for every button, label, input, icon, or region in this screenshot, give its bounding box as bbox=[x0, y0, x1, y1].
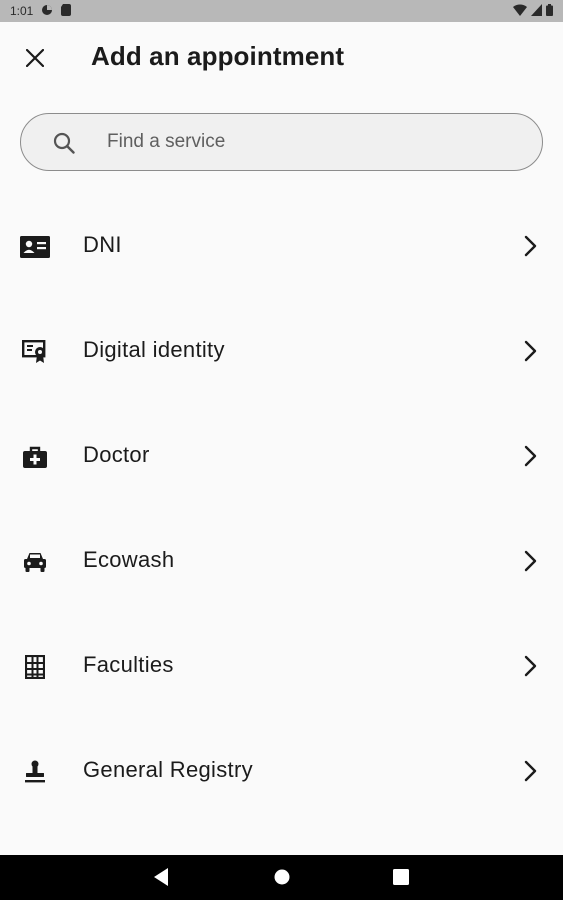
service-item-ecowash[interactable]: Ecowash bbox=[0, 509, 563, 614]
service-label: General Registry bbox=[83, 757, 253, 782]
service-item-general-registry[interactable]: General Registry bbox=[0, 719, 563, 824]
back-icon[interactable] bbox=[152, 867, 170, 887]
building-icon bbox=[20, 653, 50, 681]
digital-certificate-icon bbox=[20, 338, 50, 366]
service-label: Faculties bbox=[83, 652, 174, 677]
search-bar[interactable] bbox=[20, 113, 543, 171]
search-icon bbox=[53, 132, 75, 154]
service-label: Ecowash bbox=[83, 547, 175, 572]
chevron-right-icon bbox=[524, 445, 537, 467]
status-time: 1:01 bbox=[10, 4, 34, 18]
service-label: Doctor bbox=[83, 442, 150, 467]
sim-card-icon bbox=[61, 3, 72, 19]
signal-icon bbox=[531, 3, 542, 19]
recents-icon[interactable] bbox=[393, 869, 409, 885]
battery-icon bbox=[546, 3, 553, 19]
close-button[interactable] bbox=[15, 38, 55, 78]
id-card-icon bbox=[20, 233, 50, 261]
data-saver-icon bbox=[41, 4, 53, 19]
search-input[interactable] bbox=[107, 114, 507, 170]
status-bar: 1:01 bbox=[0, 0, 563, 22]
service-item-faculties[interactable]: Faculties bbox=[0, 614, 563, 719]
car-icon bbox=[20, 548, 50, 576]
page-title: Add an appointment bbox=[91, 41, 345, 71]
chevron-right-icon bbox=[524, 340, 537, 362]
service-label: DNI bbox=[83, 232, 122, 257]
service-list: DNI Digital identity Doctor Ecowash Facu… bbox=[0, 194, 563, 824]
home-icon[interactable] bbox=[272, 867, 292, 887]
chevron-right-icon bbox=[524, 550, 537, 572]
stamp-icon bbox=[20, 758, 50, 786]
service-label: Digital identity bbox=[83, 337, 225, 362]
app-bar: Add an appointment bbox=[0, 22, 563, 94]
chevron-right-icon bbox=[524, 235, 537, 257]
wifi-icon bbox=[513, 3, 527, 19]
close-icon bbox=[26, 49, 44, 67]
navigation-bar bbox=[0, 855, 563, 900]
chevron-right-icon bbox=[524, 760, 537, 782]
medical-bag-icon bbox=[20, 443, 50, 471]
service-item-dni[interactable]: DNI bbox=[0, 194, 563, 299]
chevron-right-icon bbox=[524, 655, 537, 677]
service-item-digital-identity[interactable]: Digital identity bbox=[0, 299, 563, 404]
service-item-doctor[interactable]: Doctor bbox=[0, 404, 563, 509]
